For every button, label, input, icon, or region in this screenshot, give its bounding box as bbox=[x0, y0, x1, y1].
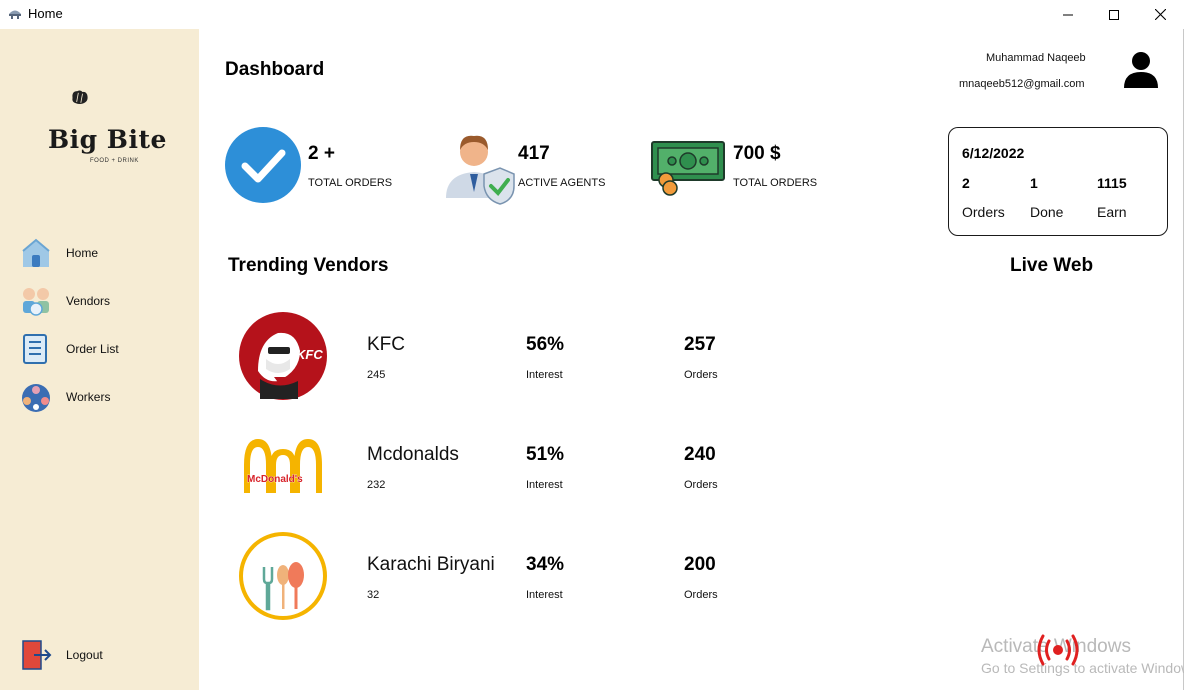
logo-subtitle: FOOD + DRINK bbox=[90, 158, 139, 164]
vendor-orders-label: Orders bbox=[684, 369, 718, 381]
vendor-orders-value: 200 bbox=[684, 554, 716, 575]
karachi-biryani-logo[interactable] bbox=[238, 531, 328, 621]
vendor-name: KFC bbox=[367, 334, 405, 355]
vendor-interest-label: Interest bbox=[526, 369, 563, 381]
live-web-title: Live Web bbox=[1010, 255, 1094, 276]
app-icon bbox=[9, 10, 21, 19]
vendor-orders-label: Orders bbox=[684, 479, 718, 491]
sidebar-item-workers[interactable]: Workers bbox=[20, 380, 190, 414]
vendor-count: 245 bbox=[367, 369, 386, 381]
window-title: Home bbox=[28, 6, 63, 21]
stat-revenue-label: TOTAL ORDERS bbox=[733, 177, 818, 189]
maximize-button[interactable] bbox=[1091, 0, 1137, 29]
activate-windows-subtext: Go to Settings to activate Windows. bbox=[981, 660, 1184, 676]
sidebar-item-label: Vendors bbox=[66, 294, 111, 308]
title-bar: Home bbox=[0, 0, 1184, 29]
summary-card: 6/12/2022 2 1 1115 Orders Done Earn bbox=[948, 127, 1168, 236]
vendor-name: Mcdonalds bbox=[367, 444, 459, 465]
live-broadcast-icon[interactable] bbox=[1036, 632, 1080, 668]
logout-label: Logout bbox=[66, 648, 103, 662]
logout-button[interactable]: Logout bbox=[20, 638, 190, 672]
user-name: Muhammad Naqeeb bbox=[986, 52, 1086, 64]
check-circle-icon bbox=[225, 127, 301, 203]
kfc-logo[interactable]: KFC bbox=[238, 311, 328, 401]
vendor-count: 32 bbox=[367, 589, 380, 601]
vendor-orders-value: 257 bbox=[684, 334, 716, 355]
logo-title: Big Bite bbox=[48, 125, 167, 154]
money-icon bbox=[651, 141, 725, 196]
vendor-interest-value: 51% bbox=[526, 444, 565, 465]
summary-done-label: Done bbox=[1030, 204, 1064, 220]
summary-earn-value: 1115 bbox=[1097, 175, 1127, 191]
agent-shield-icon bbox=[446, 135, 515, 205]
user-email: mnaqeeb512@gmail.com bbox=[959, 78, 1085, 90]
sidebar-item-label: Workers bbox=[66, 390, 111, 404]
user-avatar-icon[interactable] bbox=[1122, 50, 1160, 90]
vendor-interest-label: Interest bbox=[526, 479, 563, 491]
summary-earn-label: Earn bbox=[1097, 204, 1127, 220]
summary-orders-label: Orders bbox=[962, 204, 1005, 220]
stat-total-orders-label: TOTAL ORDERS bbox=[308, 177, 393, 189]
summary-orders-value: 2 bbox=[962, 175, 970, 191]
workers-icon bbox=[22, 384, 50, 412]
sidebar-item-home[interactable]: Home bbox=[20, 236, 190, 270]
sidebar-item-label: Order List bbox=[66, 342, 119, 356]
summary-done-value: 1 bbox=[1030, 175, 1038, 191]
vendor-count: 232 bbox=[367, 479, 386, 491]
vendor-orders-label: Orders bbox=[684, 589, 718, 601]
vendor-interest-value: 34% bbox=[526, 554, 565, 575]
stat-active-agents-label: ACTIVE AGENTS bbox=[518, 177, 606, 189]
summary-date: 6/12/2022 bbox=[962, 145, 1025, 161]
vendor-name: Karachi Biryani bbox=[367, 554, 495, 575]
minimize-button[interactable] bbox=[1045, 0, 1091, 29]
trending-vendors-title: Trending Vendors bbox=[228, 255, 389, 276]
vendors-icon bbox=[23, 288, 49, 316]
vendor-orders-value: 240 bbox=[684, 444, 716, 465]
home-icon bbox=[22, 238, 50, 267]
close-icon bbox=[1154, 9, 1166, 20]
sidebar-item-vendors[interactable]: Vendors bbox=[20, 284, 190, 318]
app-window: Home Big Bite FOOD + DRINK Home Vendors … bbox=[0, 0, 1184, 690]
big-bite-logo-icon bbox=[72, 90, 88, 104]
sidebar-item-order-list[interactable]: Order List bbox=[20, 332, 190, 366]
stat-total-orders-value: 2 + bbox=[308, 143, 335, 164]
sidebar-item-label: Home bbox=[66, 246, 99, 260]
stat-revenue-value: 700 $ bbox=[733, 143, 781, 164]
close-button[interactable] bbox=[1137, 0, 1183, 29]
page-title: Dashboard bbox=[225, 59, 325, 80]
vendor-interest-label: Interest bbox=[526, 589, 563, 601]
minimize-icon bbox=[1063, 14, 1073, 15]
svg-text:McDonald's: McDonald's bbox=[247, 474, 303, 485]
logout-icon bbox=[22, 640, 52, 670]
stat-active-agents-value: 417 bbox=[518, 143, 550, 164]
sidebar: Big Bite FOOD + DRINK Home Vendors Order… bbox=[0, 29, 199, 690]
mcdonalds-logo[interactable]: McDonald's bbox=[238, 421, 328, 511]
maximize-icon bbox=[1109, 9, 1119, 20]
order-list-icon bbox=[23, 334, 47, 364]
vendor-interest-value: 56% bbox=[526, 334, 565, 355]
svg-text:KFC: KFC bbox=[296, 347, 323, 362]
